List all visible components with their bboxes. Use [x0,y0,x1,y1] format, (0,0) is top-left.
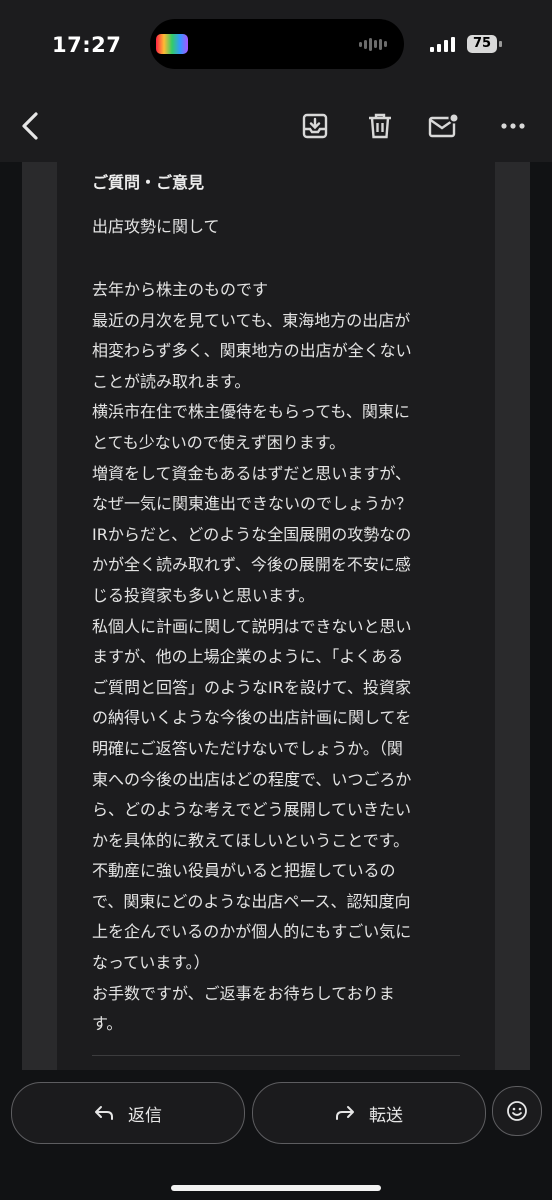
body-line: かが全く読み取れず、今後の展開を不安に感 [92,555,411,575]
now-playing-app-icon [156,34,188,54]
message-subject: 出店攻勢に関して [92,217,220,236]
body-line: 不動産に強い役員がいると把握しているの [92,861,396,881]
body-line: の納得いくような今後の出店計画に関してを [92,708,412,728]
body-line: IRからだと、どのような全国展開の攻勢なの [92,524,412,544]
body-line: じる投資家も多いと思います。 [92,585,315,605]
battery-indicator: 75 [467,35,497,53]
delete-button[interactable] [358,104,402,148]
body-line: とても少ないので使えず困ります。 [92,432,346,452]
body-line: なぜ一気に関東進出できないのでしょうか？ [92,494,413,514]
forward-button[interactable]: 転送 [252,1082,486,1144]
message-body: 去年から株主のものです最近の月次を見ていても、東海地方の出店が 相変わらず多く、関… [92,275,492,1040]
mail-unread-icon [428,112,460,138]
archive-icon [302,113,328,139]
body-line: 最近の月次を見ていても、東海地方の出店が [92,310,411,330]
reply-label: 返信 [128,1105,162,1126]
battery-cap-icon [499,41,502,47]
home-indicator [171,1185,381,1191]
archive-button[interactable] [293,104,337,148]
body-line: 去年から株主のものです [92,280,269,299]
body-line: お手数ですが、ご返事をお待ちしておりま [92,983,395,1003]
body-line: 明確にご返答いただけないでしょうか。（関 [92,738,403,758]
status-bar: 17:27 75 [0,0,552,92]
message-toolbar [0,92,552,162]
message-content: ご質問・ご意見 出店攻勢に関して 去年から株主のものです最近の月次を見ていても、… [92,168,492,1040]
body-line: 上を企んでいるのかが個人的にもすごい気に [92,922,412,942]
reply-button[interactable]: 返信 [11,1082,245,1144]
body-line: ますが、他の上場企業のように、「よくある [92,647,404,667]
body-line: 私個人に計画に関して説明はできないと思い [92,616,412,636]
body-line: なっています。） [92,953,210,973]
body-line: 東への今後の出店はどの程度で、いつごろか [92,769,412,789]
body-line: かを具体的に教えてほしいということです。 [92,830,410,850]
audio-waveform-icon [359,37,387,51]
smiley-icon [507,1101,527,1121]
wifi-icon [458,34,462,38]
cellular-signal-icon [430,36,455,52]
mark-unread-button[interactable] [422,104,466,148]
forward-label: 転送 [369,1105,403,1126]
body-line: で、関東にどのような出店ペース、認知度向 [92,891,411,911]
body-line: ことが読み取れます。 [92,371,251,391]
divider [92,1055,460,1056]
section-title: ご質問・ご意見 [92,173,205,192]
body-line: ら、どのような考えでどう展開していきたい [92,800,412,820]
body-line: す。 [92,1014,123,1034]
body-line: ご質問と回答」のようなIRを設けて、投資家 [92,677,412,697]
status-time: 17:27 [52,33,122,57]
more-horizontal-icon [501,123,525,129]
trash-icon [369,113,391,139]
back-button[interactable] [8,104,52,148]
forward-arrow-icon [336,1106,354,1120]
more-options-button[interactable] [491,104,535,148]
chevron-left-icon [22,112,38,140]
reply-arrow-icon [95,1106,113,1120]
body-line: 増資をして資金もあるはずだと思いますが、 [92,463,412,483]
body-line: 横浜市在住で株主優待をもらっても、関東に [92,402,410,422]
emoji-reaction-button[interactable] [492,1086,542,1136]
body-line: 相変わらず多く、関東地方の出店が全くない [92,341,412,361]
